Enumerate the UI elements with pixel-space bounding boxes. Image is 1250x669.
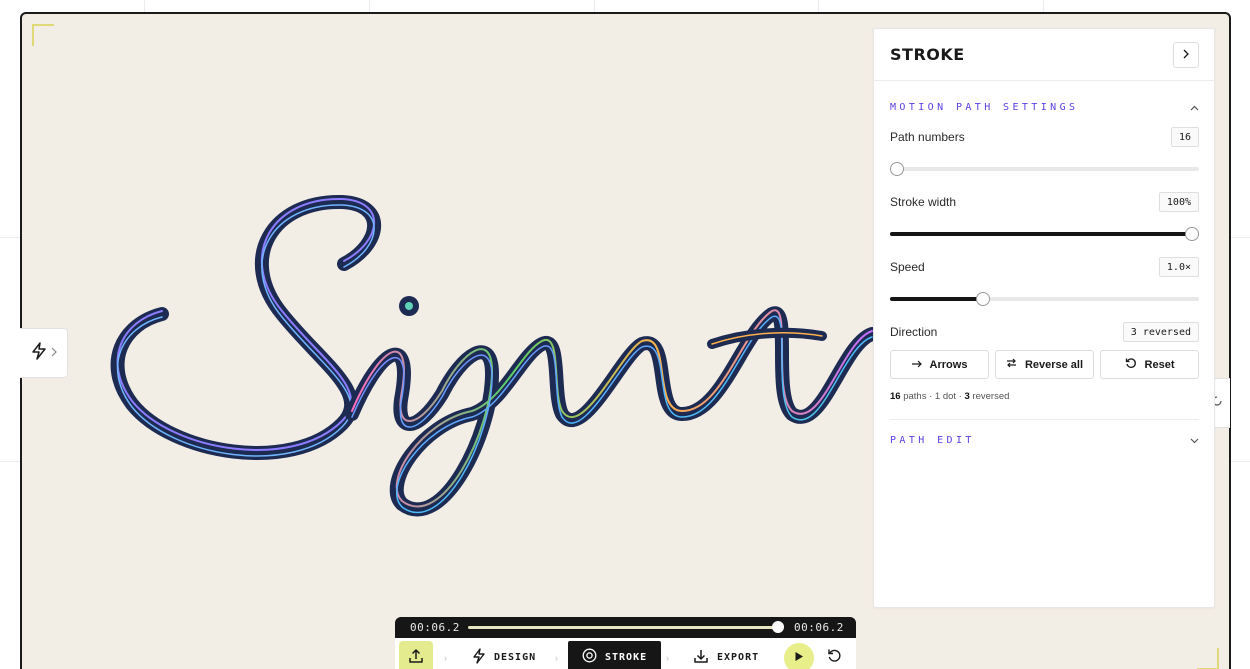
reset-icon [1125,357,1137,372]
path-edit-header[interactable]: PATH EDIT [890,432,1199,448]
path-numbers-value[interactable]: 16 [1170,127,1199,147]
timeline-track[interactable] [468,626,778,629]
time-current: 00:06.2 [410,621,460,634]
reset-button[interactable]: Reset [1100,350,1199,379]
speed-value[interactable]: 1.0× [1158,257,1199,277]
chevron-right-icon [51,344,57,362]
paths-text: paths · 1 dot · [903,391,962,402]
stroke-step-label: STROKE [605,651,648,663]
collapse-panel-button[interactable] [1173,42,1199,68]
upload-icon [408,648,424,669]
bolt-icon [31,341,47,365]
motion-path-settings-header[interactable]: MOTION PATH SETTINGS [890,99,1199,115]
bolt-icon [472,647,486,667]
reverse-all-button-label: Reverse all [1024,358,1084,371]
timeline-scrubber[interactable] [772,621,784,633]
paths-count: 16 [890,391,901,402]
play-button[interactable] [784,643,814,669]
replay-button[interactable] [825,649,843,667]
section-divider [890,419,1199,420]
stroke-width-value[interactable]: 100% [1158,192,1199,212]
section-label: PATH EDIT [890,434,975,446]
path-numbers-slider[interactable] [890,162,1199,176]
slider-thumb[interactable] [975,292,990,306]
direction-label: Direction [890,325,938,339]
chevron-down-icon [1190,431,1199,449]
stroke-width-label: Stroke width [890,195,957,209]
download-icon [693,648,709,667]
chevron-right-icon [1183,46,1189,64]
arrows-button-label: Arrows [929,358,968,371]
arrow-right-icon [911,359,922,371]
panel-title: STROKE [890,45,965,64]
export-step-button[interactable]: EXPORT [693,641,759,669]
arrows-button[interactable]: Arrows [890,350,989,379]
chevron-right-icon: › [555,653,558,663]
design-step-label: DESIGN [494,651,537,663]
stroke-step-button[interactable]: STROKE [568,641,662,669]
path-numbers-label: Path numbers [890,130,965,144]
time-total: 00:06.2 [794,621,844,634]
reversed-count: 3 [964,391,970,402]
reversed-text: reversed [972,391,1010,402]
stroke-width-slider[interactable] [890,227,1199,241]
direction-buttons: Arrows Reverse all Reset [890,350,1199,379]
speed-slider[interactable] [890,292,1199,306]
tool-row: › DESIGN › STROKE › EXPORT [395,638,856,669]
speed-label: Speed [890,260,925,274]
design-step-button[interactable]: DESIGN [472,641,536,669]
replay-icon [827,648,842,668]
slider-thumb[interactable] [890,162,904,176]
chevron-up-icon [1190,98,1199,116]
chevron-right-icon: › [444,653,447,663]
panel-header: STROKE [874,29,1214,81]
export-step-label: EXPORT [717,651,760,663]
reset-button-label: Reset [1144,358,1175,371]
play-icon [794,649,804,667]
upload-button[interactable] [399,641,433,669]
direction-value: 3 reversed [1122,322,1199,342]
tools-drawer-toggle[interactable] [20,328,68,378]
swap-icon [1006,358,1017,371]
section-label: MOTION PATH SETTINGS [890,101,1079,113]
target-icon [582,648,597,666]
reverse-all-button[interactable]: Reverse all [995,350,1094,379]
workflow-toolbar: 00:06.2 00:06.2 › DESIGN › STROKE › EXPO… [395,617,856,669]
stroke-panel: STROKE MOTION PATH SETTINGS Path numbers… [873,28,1215,608]
chevron-right-icon: › [666,653,669,663]
slider-thumb[interactable] [1185,227,1199,241]
path-summary: 16 paths · 1 dot · 3 reversed [890,391,1009,402]
